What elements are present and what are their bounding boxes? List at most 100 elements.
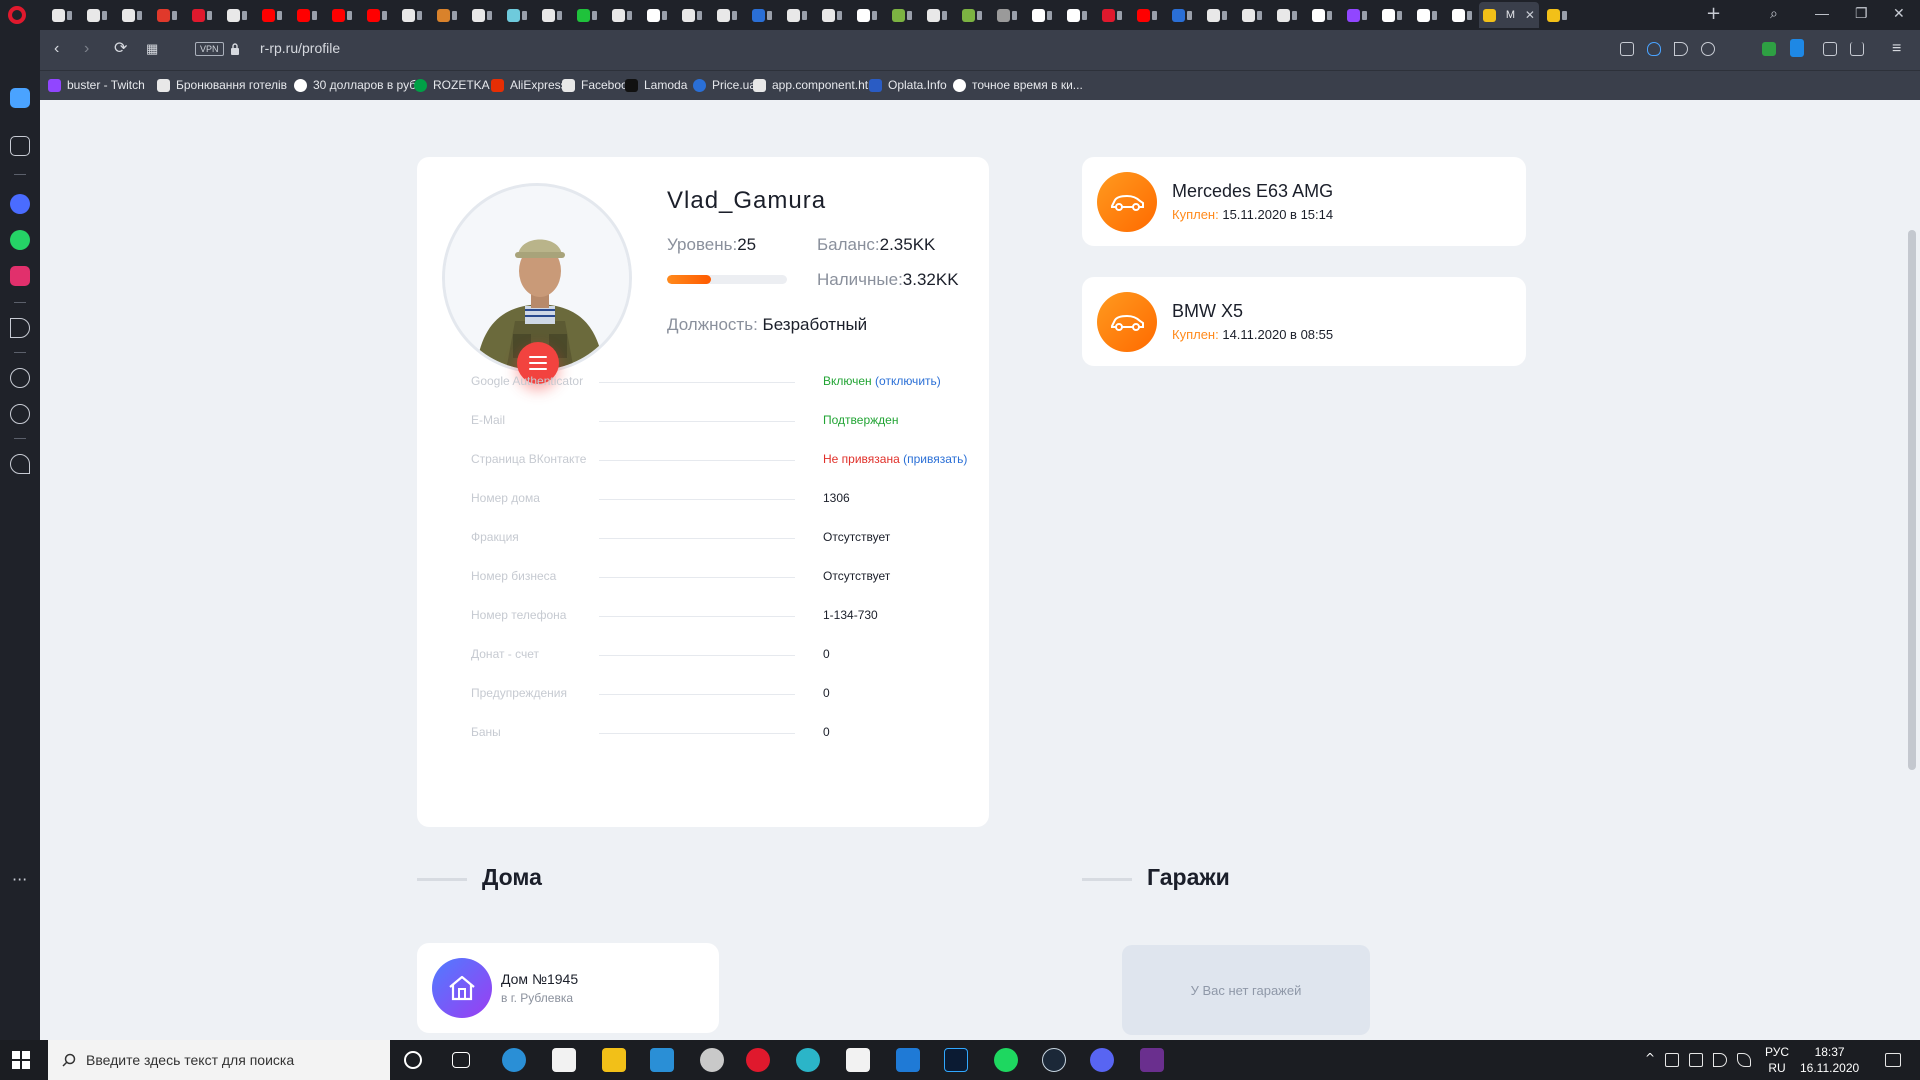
tab-close-icon[interactable]	[871, 10, 877, 20]
tab-close-icon[interactable]	[346, 10, 352, 20]
tab-close-icon[interactable]	[381, 10, 387, 20]
browser-tab[interactable]	[744, 2, 779, 28]
tab-close-icon[interactable]	[276, 10, 282, 20]
browser-tab[interactable]	[989, 2, 1024, 28]
tab-close-icon[interactable]	[66, 10, 72, 20]
vscode-icon[interactable]	[896, 1048, 920, 1072]
browser-tab[interactable]	[884, 2, 919, 28]
close-window-button[interactable]: ✕	[1893, 5, 1905, 22]
tab-close-icon[interactable]	[1221, 10, 1227, 20]
bookmark-item[interactable]: AliExpress	[491, 78, 567, 92]
bookmark-item[interactable]: Lamoda	[625, 78, 687, 92]
browser-tab[interactable]	[1059, 2, 1094, 28]
tab-close-icon[interactable]	[591, 10, 597, 20]
car-card[interactable]: Mercedes E63 AMG Куплен: 15.11.2020 в 15…	[1082, 157, 1526, 246]
browser-tab[interactable]	[429, 2, 464, 28]
messenger-icon[interactable]	[10, 194, 30, 214]
browser-tab[interactable]	[954, 2, 989, 28]
heart-icon[interactable]	[1701, 42, 1715, 56]
tab-close-icon[interactable]	[1011, 10, 1017, 20]
vpn-badge[interactable]: VPN	[195, 42, 224, 56]
tab-close-icon[interactable]	[101, 10, 107, 20]
task-view-icon[interactable]	[452, 1052, 470, 1068]
jetbrains-icon[interactable]	[846, 1048, 870, 1072]
browser-tab[interactable]	[1339, 2, 1374, 28]
tab-close-icon[interactable]	[941, 10, 947, 20]
browser-tab[interactable]	[1409, 2, 1444, 28]
lightbulb-icon[interactable]	[10, 454, 30, 474]
tab-close-icon[interactable]	[1081, 10, 1087, 20]
tab-close-icon[interactable]	[1396, 10, 1402, 20]
language-indicator[interactable]: РУС RU	[1765, 1044, 1789, 1076]
cortana-icon[interactable]	[404, 1051, 422, 1069]
photoshop-icon[interactable]	[944, 1048, 968, 1072]
new-tab-button[interactable]: +	[1706, 4, 1721, 24]
bookmark-item[interactable]: Бронювання готелів	[157, 78, 287, 92]
send-icon[interactable]	[10, 318, 30, 338]
forward-button[interactable]: ›	[84, 39, 89, 59]
taskbar-search[interactable]: Введите здесь текст для поиска	[48, 1040, 390, 1080]
history-icon[interactable]	[10, 404, 30, 424]
browser-tab[interactable]	[604, 2, 639, 28]
tab-close-icon[interactable]	[1151, 10, 1157, 20]
tab-close-icon[interactable]	[241, 10, 247, 20]
tab-close-icon[interactable]	[731, 10, 737, 20]
tab-close-icon[interactable]	[556, 10, 562, 20]
bookmark-item[interactable]: Price.ua	[693, 78, 756, 92]
tab-close-icon[interactable]	[1046, 10, 1052, 20]
browser-tab[interactable]	[1304, 2, 1339, 28]
browser-tab[interactable]	[674, 2, 709, 28]
browser-tab[interactable]	[114, 2, 149, 28]
tab-close-icon[interactable]	[311, 10, 317, 20]
browser-tab[interactable]	[709, 2, 744, 28]
tab-close-icon[interactable]	[1116, 10, 1122, 20]
star-icon[interactable]	[10, 136, 30, 156]
reload-button[interactable]: ⟳	[114, 39, 127, 59]
volume-icon[interactable]	[1713, 1053, 1727, 1067]
tab-close-icon[interactable]	[626, 10, 632, 20]
pen-icon[interactable]	[1737, 1053, 1751, 1067]
edge-icon[interactable]	[502, 1048, 526, 1072]
tab-close-icon[interactable]	[1186, 10, 1192, 20]
bookmark-item[interactable]: точное время в ки...	[953, 78, 1083, 92]
browser-tab[interactable]	[1024, 2, 1059, 28]
browser-tab[interactable]	[1374, 2, 1409, 28]
tab-close-icon[interactable]	[661, 10, 667, 20]
browser-tab[interactable]	[814, 2, 849, 28]
maximize-button[interactable]: ❐	[1855, 5, 1868, 22]
visual-studio-icon[interactable]	[1140, 1048, 1164, 1072]
discord-icon[interactable]	[1090, 1048, 1114, 1072]
tab-close-icon[interactable]	[451, 10, 457, 20]
bookmark-item[interactable]: app.component.html	[753, 78, 881, 92]
browser-tab[interactable]	[79, 2, 114, 28]
spotify-icon[interactable]	[994, 1048, 1018, 1072]
more-icon[interactable]: ···	[12, 870, 27, 889]
opera-taskbar-icon[interactable]	[746, 1048, 770, 1072]
tab-close-icon[interactable]	[486, 10, 492, 20]
tab-close-icon[interactable]	[976, 10, 982, 20]
browser-tab[interactable]	[394, 2, 429, 28]
tab-close-icon[interactable]	[1431, 10, 1437, 20]
windows-start-icon[interactable]	[12, 1051, 30, 1069]
browser-tab[interactable]	[639, 2, 674, 28]
tab-close-icon[interactable]	[136, 10, 142, 20]
snapshot-icon[interactable]	[1620, 42, 1634, 56]
browser-tab[interactable]	[1444, 2, 1479, 28]
tab-close-icon[interactable]	[206, 10, 212, 20]
info-row-action-link[interactable]: отключить	[879, 374, 937, 388]
tab-close-icon[interactable]	[1291, 10, 1297, 20]
minimize-button[interactable]: —	[1815, 5, 1829, 21]
new-extension-icon[interactable]	[1790, 39, 1804, 57]
menu-icon[interactable]: ≡	[1892, 39, 1901, 59]
tab-close-icon[interactable]	[521, 10, 527, 20]
browser-tab[interactable]	[1269, 2, 1304, 28]
explorer-icon[interactable]	[602, 1048, 626, 1072]
browser-tab[interactable]	[1164, 2, 1199, 28]
extension-icon[interactable]	[1762, 42, 1776, 56]
search-tabs-icon[interactable]: ⌕	[1770, 5, 1778, 22]
browser-tab[interactable]	[779, 2, 814, 28]
speed-dial-icon[interactable]: ▦	[146, 39, 158, 59]
notifications-icon[interactable]	[1885, 1053, 1901, 1067]
tab-close-icon[interactable]	[416, 10, 422, 20]
browser-tab[interactable]	[464, 2, 499, 28]
